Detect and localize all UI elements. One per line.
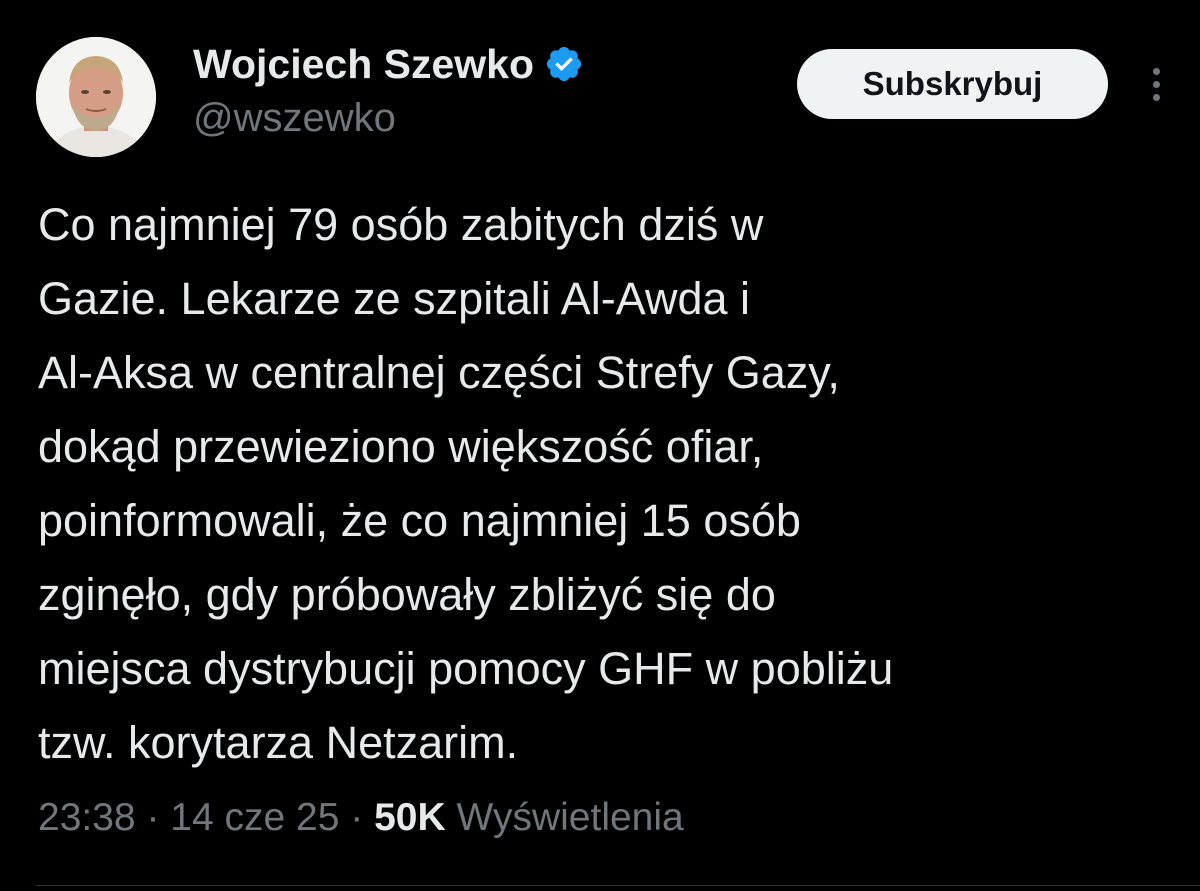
- meta-separator: ·: [146, 796, 160, 839]
- tweet-date[interactable]: 14 cze 25: [170, 796, 339, 839]
- verified-badge-icon[interactable]: [544, 44, 584, 84]
- avatar-image: [36, 37, 156, 157]
- views-label: Wyświetlenia: [456, 796, 684, 839]
- meta-separator: ·: [350, 796, 364, 839]
- divider: [36, 885, 1200, 886]
- author-name-row[interactable]: Wojciech Szewko: [193, 36, 584, 92]
- more-dot: [1152, 80, 1160, 88]
- author-handle[interactable]: @wszewko: [193, 96, 396, 141]
- more-dot: [1152, 93, 1160, 101]
- subscribe-button[interactable]: Subskrybuj: [797, 49, 1108, 119]
- more-dot: [1152, 67, 1160, 75]
- avatar[interactable]: [36, 37, 156, 157]
- more-vertical-icon[interactable]: [1140, 58, 1172, 110]
- author-display-name[interactable]: Wojciech Szewko: [193, 41, 534, 88]
- tweet-text: Co najmniej 79 osób zabitych dziś w Gazi…: [38, 199, 894, 768]
- tweet-time[interactable]: 23:38: [38, 796, 136, 839]
- tweet-meta: 23:38 · 14 cze 25 · 50K Wyświetlenia: [38, 796, 684, 840]
- views-count: 50K: [374, 796, 446, 839]
